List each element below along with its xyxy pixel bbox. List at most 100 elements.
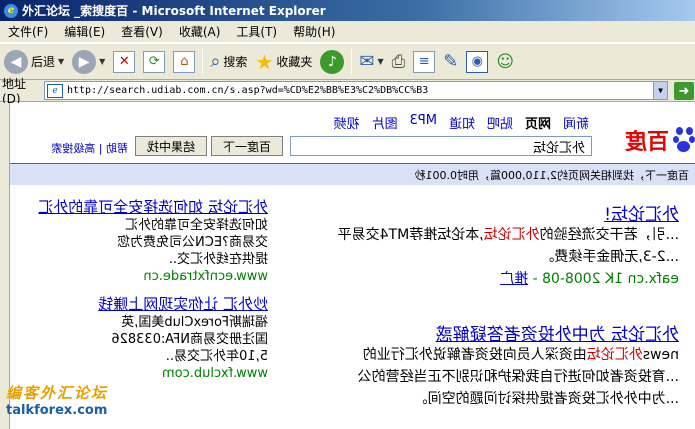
address-bar: 地址(D) e http://search.udiab.com.cn/s.asp… bbox=[0, 77, 695, 106]
refresh-button[interactable]: ⟳ bbox=[139, 46, 169, 78]
nav-tieba[interactable]: 贴吧 bbox=[487, 113, 513, 132]
favorites-star-icon: ★ bbox=[255, 49, 274, 74]
page-icon: e bbox=[47, 83, 63, 98]
messenger-icon: ☺ bbox=[496, 51, 515, 72]
back-label: 后退 bbox=[31, 55, 56, 69]
mail-dropdown-icon[interactable]: ▼ bbox=[377, 57, 383, 66]
window-titlebar: e 外汇论坛 _索搜度百 - Microsoft Internet Explor… bbox=[0, 0, 695, 21]
discuss-button[interactable]: ✎ bbox=[439, 46, 462, 78]
baidu-logo[interactable]: 百度 bbox=[595, 123, 695, 157]
home-icon: ⌂ bbox=[173, 50, 196, 73]
nav-images[interactable]: 图片 bbox=[372, 113, 398, 132]
result-1-text: ...引，若干交流经验的 bbox=[539, 227, 679, 243]
media-button[interactable]: ♪ bbox=[316, 46, 348, 78]
window-title: 外汇论坛 _索搜度百 - Microsoft Internet Explorer bbox=[22, 4, 326, 18]
research-button[interactable]: ◉ bbox=[462, 46, 492, 78]
messenger-button[interactable]: ☺ bbox=[492, 46, 518, 78]
address-url[interactable]: http://search.udiab.com.cn/s.asp?wd=%CD%… bbox=[67, 85, 428, 96]
back-arrow-icon: ◀ bbox=[4, 49, 28, 74]
ad-item: 炒外汇 让你实现网上赚钱 福瑞斯ForexClub美国,英 国注册交易商NFA:… bbox=[20, 294, 268, 383]
search-label: 搜索 bbox=[223, 55, 248, 69]
address-input[interactable]: e http://search.udiab.com.cn/s.asp?wd=%C… bbox=[44, 81, 668, 100]
refresh-icon: ⟳ bbox=[143, 50, 166, 73]
site-watermark: 编客外汇论坛 talkforex.com bbox=[6, 384, 136, 420]
result-1-keyword: 外汇论坛 bbox=[483, 227, 540, 243]
menu-edit[interactable]: 编辑(E) bbox=[56, 23, 113, 40]
address-label: 地址(D) bbox=[2, 77, 27, 106]
forward-arrow-icon: ▶ bbox=[72, 49, 97, 74]
menu-favorites[interactable]: 收藏(A) bbox=[171, 23, 229, 40]
baidu-search-button[interactable]: 百度一下 bbox=[211, 136, 283, 156]
ad-2-text: 5,10年外汇交易.. bbox=[165, 349, 268, 364]
nav-zhidao[interactable]: 知道 bbox=[449, 113, 475, 132]
stop-button[interactable]: ✕ bbox=[109, 46, 139, 78]
address-dropdown-icon[interactable]: ▼ bbox=[653, 82, 667, 99]
edit-icon: ≡ bbox=[413, 50, 436, 73]
forward-dropdown-icon[interactable]: ▼ bbox=[99, 57, 105, 66]
result-2-text: ...为中外外汇投资者提供探讨问题的空间。 bbox=[413, 391, 679, 407]
mail-button[interactable]: ✉ ▼ bbox=[355, 46, 387, 78]
edit-button[interactable]: ≡ bbox=[409, 46, 439, 78]
paw-logo-icon bbox=[671, 127, 695, 153]
menu-bar: 文件(F) 编辑(E) 查看(V) 收藏(A) 工具(T) 帮助(H) bbox=[0, 21, 695, 43]
help-links[interactable]: 帮助 | 高级搜索 bbox=[51, 140, 128, 156]
forward-button[interactable]: ▶ ▼ bbox=[68, 46, 109, 78]
home-button[interactable]: ⌂ bbox=[169, 46, 199, 78]
back-dropdown-icon[interactable]: ▼ bbox=[58, 57, 64, 66]
ad-2-url: www.fxclub.com bbox=[161, 366, 268, 381]
back-button[interactable]: ◀ 后退 ▼ bbox=[0, 46, 68, 78]
mail-icon: ✉ bbox=[359, 51, 375, 72]
result-stats: 百度一下，找到相关网页约2,110,000篇，用时0.001秒 bbox=[414, 168, 689, 182]
menu-file[interactable]: 文件(F) bbox=[0, 23, 56, 40]
nav-video[interactable]: 视频 bbox=[334, 113, 360, 132]
result-1-text: ...2-3,无佣金手续费。 bbox=[540, 249, 679, 265]
result-2-text: 由资深人员向投资者解说外汇行业的 bbox=[362, 347, 587, 363]
search-category-nav: 新闻 网页 贴吧 知道 MP3 图片 视频 bbox=[334, 113, 589, 132]
ad-item: 外汇论坛 如何选择安全可靠的外汇 如何选择安全可靠的外汇 交易商?ECN公司免费… bbox=[20, 197, 268, 286]
result-1-url: eafx.cn 1K 2008-08 - bbox=[528, 271, 679, 287]
research-icon: ◉ bbox=[466, 50, 489, 73]
query-text: 外汇论坛 bbox=[532, 140, 585, 156]
watermark-line-2: talkforex.com bbox=[6, 403, 108, 418]
result-2-title[interactable]: 外汇论坛 为中外投资者答疑解惑 bbox=[436, 320, 679, 345]
nav-news[interactable]: 新闻 bbox=[563, 113, 589, 132]
go-arrow-icon: ➜ bbox=[678, 83, 690, 99]
window-frame-strip bbox=[0, 103, 10, 429]
result-1-snippet: ...引，若干交流经验的外汇论坛,本论坛推荐MT4交易平 ...2-3,无佣金手… bbox=[284, 224, 679, 290]
sponsored-links: 外汇论坛 如何选择安全可靠的外汇 如何选择安全可靠的外汇 交易商?ECN公司免费… bbox=[20, 197, 268, 391]
favorites-label: 收藏夹 bbox=[276, 55, 313, 69]
nav-mp3[interactable]: MP3 bbox=[410, 113, 437, 132]
standard-toolbar: ◀ 后退 ▼ ▶ ▼ ✕ ⟳ ⌂ ⌕ 搜索 ★ 收藏夹 ♪ ✉ ▼ ⎙ ≡ ✎ … bbox=[0, 43, 695, 80]
result-2-text: ...育投资者如何进行自我保护和识别不正当经营的公 bbox=[357, 369, 679, 385]
print-button[interactable]: ⎙ bbox=[388, 46, 410, 78]
ad-1-url: www.ecnfxtrade.cn bbox=[143, 269, 268, 284]
baidu-logo-text: 百度 bbox=[624, 130, 669, 155]
query-input[interactable]: 外汇论坛 bbox=[290, 136, 592, 156]
mirrored-page: 百度 新闻 网页 贴吧 知道 MP3 图片 视频 外汇论坛 百度一下 结果中找 … bbox=[10, 103, 695, 429]
ad-1-title[interactable]: 外汇论坛 如何选择安全可靠的外汇 bbox=[20, 197, 268, 217]
menu-help[interactable]: 帮助(H) bbox=[285, 23, 343, 40]
result-2-text: news bbox=[642, 347, 679, 363]
result-2-snippet: news外汇论坛由资深人员向投资者解说外汇行业的 ...育投资者如何进行自我保护… bbox=[284, 344, 679, 410]
discuss-icon: ✎ bbox=[443, 51, 459, 72]
favorites-button[interactable]: ★ 收藏夹 bbox=[251, 46, 316, 78]
result-stats-bar: 百度一下，找到相关网页约2,110,000篇，用时0.001秒 bbox=[10, 163, 695, 185]
ad-2-title[interactable]: 炒外汇 让你实现网上赚钱 bbox=[20, 294, 268, 314]
promote-link[interactable]: 推广 bbox=[500, 271, 528, 287]
result-1-text: ,本论坛推荐MT4交易平 bbox=[337, 227, 484, 243]
go-button[interactable]: ➜ bbox=[674, 82, 694, 100]
menu-tools[interactable]: 工具(T) bbox=[228, 23, 285, 40]
menu-view[interactable]: 查看(V) bbox=[113, 23, 171, 40]
search-within-button[interactable]: 结果中找 bbox=[135, 136, 207, 156]
ad-2-text: 国注册交易商NFA:033826 bbox=[111, 332, 268, 347]
ie-logo-icon: e bbox=[4, 3, 18, 18]
search-icon: ⌕ bbox=[210, 51, 221, 72]
media-icon: ♪ bbox=[320, 49, 345, 74]
result-1-title[interactable]: 外汇论坛! bbox=[604, 200, 679, 225]
ad-1-text: 如何选择安全可靠的外汇 bbox=[124, 218, 268, 233]
print-icon: ⎙ bbox=[391, 51, 406, 72]
toolbar-separator bbox=[351, 48, 353, 75]
search-button[interactable]: ⌕ 搜索 bbox=[206, 46, 251, 78]
result-2-keyword: 外汇论坛 bbox=[586, 347, 643, 363]
stop-icon: ✕ bbox=[113, 50, 136, 73]
